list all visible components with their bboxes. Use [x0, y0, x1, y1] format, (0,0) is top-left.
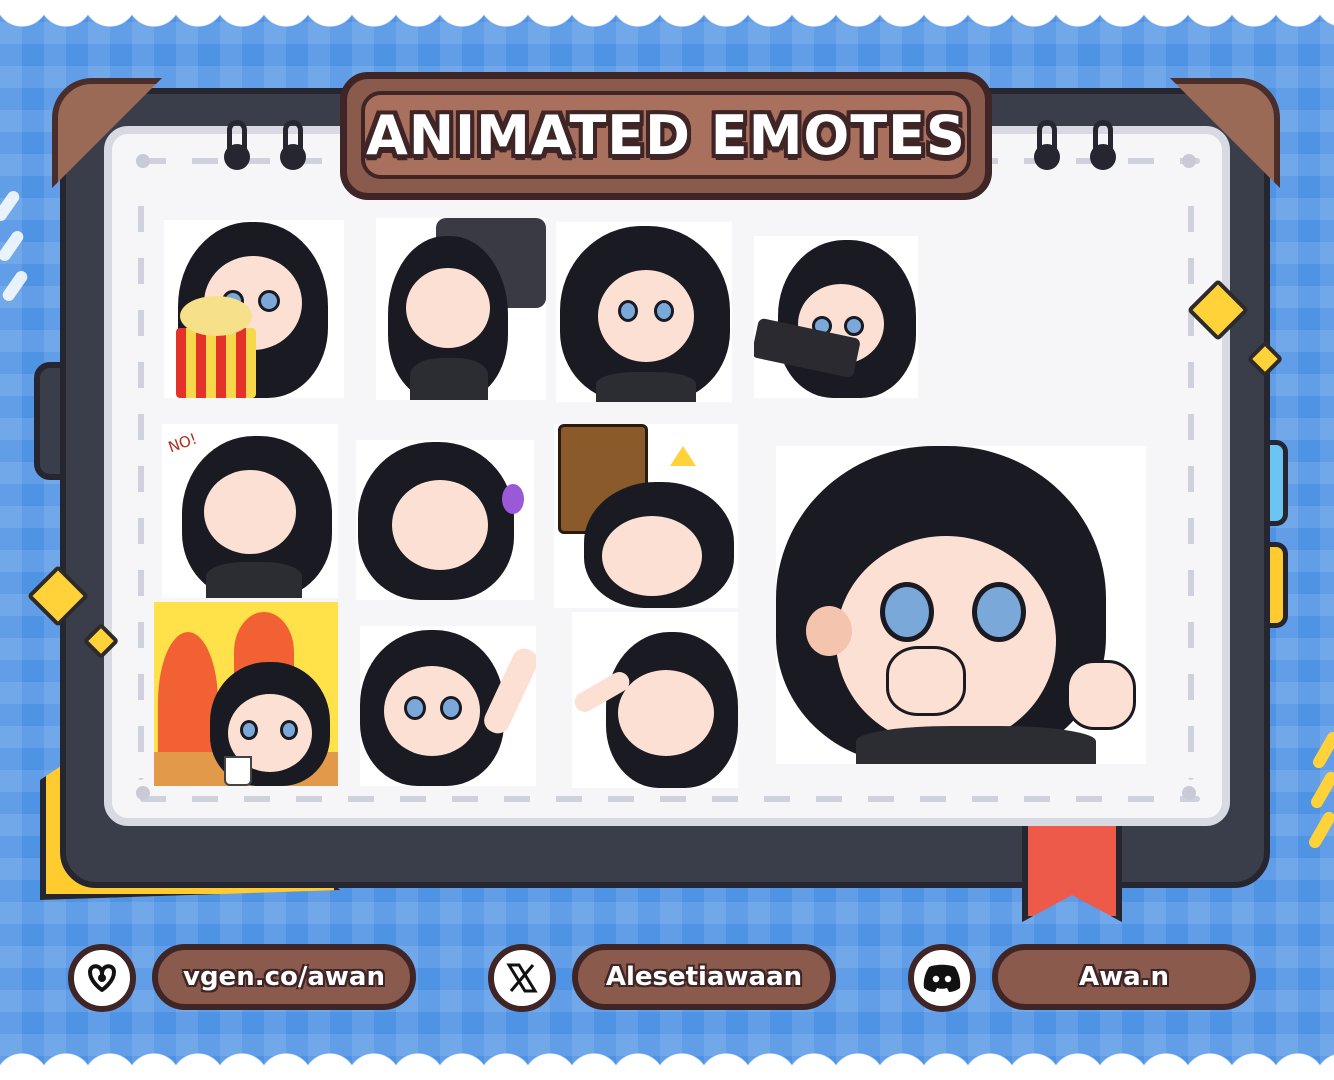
decor-stripe	[0, 188, 22, 224]
emote-smug	[556, 222, 732, 402]
discord-icon[interactable]	[908, 944, 976, 1012]
vgen-label: vgen.co/awan	[183, 962, 385, 992]
emote-wave	[360, 626, 536, 786]
title-banner-inner: ANIMATED EMOTES	[361, 91, 971, 179]
page-pin	[1182, 786, 1196, 800]
decor-stripe	[0, 228, 26, 264]
emote-happy-closed-eyes	[376, 218, 546, 400]
bookmark-ribbon	[1022, 826, 1122, 922]
top-scallop	[0, 0, 1334, 40]
stitch-right	[1188, 180, 1194, 780]
title-banner: ANIMATED EMOTES	[340, 72, 992, 200]
bottom-scallop	[0, 1040, 1334, 1080]
x-link[interactable]: Alesetiawaan	[572, 944, 836, 1010]
emote-humming	[356, 440, 534, 600]
stitch-bottom	[140, 796, 1200, 802]
discord-label: Awa.n	[1078, 962, 1170, 992]
emote-no: NO!	[162, 424, 338, 598]
vgen-icon-glyph	[88, 964, 116, 992]
discord-link[interactable]: Awa.n	[992, 944, 1256, 1010]
emote-bonk	[554, 424, 738, 608]
vgen-link[interactable]: vgen.co/awan	[152, 944, 416, 1010]
x-label: Alesetiawaan	[605, 962, 803, 992]
vgen-icon[interactable]	[68, 944, 136, 1012]
x-icon[interactable]	[488, 944, 556, 1012]
decor-stripe-yellow	[1308, 769, 1334, 811]
decor-stripe-yellow	[1310, 729, 1334, 771]
discord-icon-glyph	[923, 964, 961, 992]
page-pin	[136, 786, 150, 800]
emote-this-is-fine	[154, 602, 338, 786]
page-pin	[1182, 154, 1196, 168]
x-icon-glyph	[506, 963, 538, 993]
stitch-left	[138, 180, 144, 780]
page-title: ANIMATED EMOTES	[366, 103, 966, 167]
binder-ring	[1090, 120, 1116, 172]
emote-point-laugh	[572, 612, 738, 788]
page-pin	[136, 154, 150, 168]
binder-ring	[224, 120, 250, 172]
emote-pout-large	[776, 446, 1146, 764]
emote-popcorn	[164, 220, 344, 398]
emote-gun	[754, 236, 918, 398]
binder-ring	[1034, 120, 1060, 172]
emote-no-caption: NO!	[165, 429, 200, 457]
decor-stripe-yellow	[1306, 809, 1334, 851]
binder-ring	[280, 120, 306, 172]
decor-stripe	[0, 268, 30, 304]
